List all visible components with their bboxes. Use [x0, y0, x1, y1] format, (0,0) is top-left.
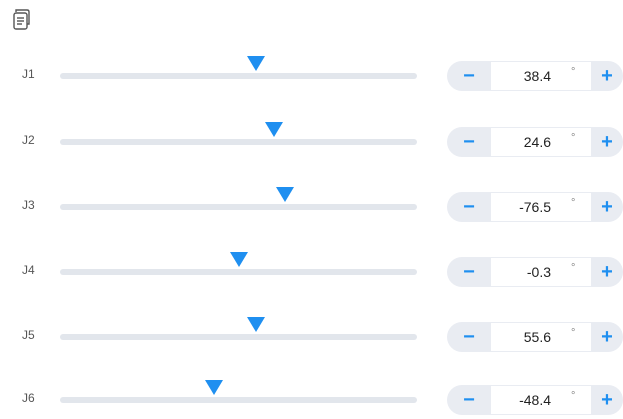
- decrement-button[interactable]: −: [447, 61, 491, 91]
- decrement-button[interactable]: −: [447, 192, 491, 222]
- joint-label: J4: [22, 263, 35, 277]
- joint-slider-track[interactable]: [60, 317, 417, 340]
- angle-value: -48.4: [519, 392, 551, 408]
- angle-value: 38.4: [523, 68, 551, 84]
- angle-value: -76.5: [519, 199, 551, 215]
- joint-angle-stepper: − 55.6 ° +: [447, 322, 623, 352]
- angle-input[interactable]: 38.4 °: [491, 62, 591, 90]
- joint-row-j2: J2 − 24.6 ° +: [0, 122, 623, 162]
- increment-button[interactable]: +: [591, 127, 623, 157]
- increment-button[interactable]: +: [591, 322, 623, 352]
- slider-thumb-triangle-icon[interactable]: [247, 317, 266, 332]
- joint-row-j1: J1 − 38.4 ° +: [0, 56, 623, 96]
- joint-angle-stepper: − 24.6 ° +: [447, 127, 623, 157]
- joint-slider-track[interactable]: [60, 380, 417, 403]
- increment-button[interactable]: +: [591, 385, 623, 415]
- decrement-button[interactable]: −: [447, 322, 491, 352]
- slider-thumb-triangle-icon[interactable]: [265, 122, 284, 137]
- angle-input[interactable]: 55.6 °: [491, 323, 591, 351]
- angle-input[interactable]: -48.4 °: [491, 386, 591, 414]
- degree-unit: °: [571, 262, 576, 274]
- angle-value: -0.3: [526, 264, 551, 280]
- increment-button[interactable]: +: [591, 192, 623, 222]
- decrement-button[interactable]: −: [447, 385, 491, 415]
- decrement-button[interactable]: −: [447, 127, 491, 157]
- increment-button[interactable]: +: [591, 257, 623, 287]
- joint-label: J3: [22, 198, 35, 212]
- degree-unit: °: [571, 390, 576, 402]
- joint-label: J6: [22, 391, 35, 405]
- angle-input[interactable]: -76.5 °: [491, 193, 591, 221]
- joint-angle-stepper: − -76.5 ° +: [447, 192, 623, 222]
- joint-slider-track[interactable]: [60, 252, 417, 275]
- joint-slider-track[interactable]: [60, 187, 417, 210]
- joint-row-j3: J3 − -76.5 ° +: [0, 187, 623, 227]
- joint-label: J1: [22, 67, 35, 81]
- joint-slider-track[interactable]: [60, 56, 417, 79]
- joint-row-j5: J5 − 55.6 ° +: [0, 317, 623, 357]
- joint-row-j6: J6 − -48.4 ° +: [0, 380, 623, 419]
- joint-slider-track[interactable]: [60, 122, 417, 145]
- slider-thumb-triangle-icon[interactable]: [275, 187, 294, 202]
- joint-angle-stepper: − 38.4 ° +: [447, 61, 623, 91]
- angle-value: 55.6: [523, 329, 551, 345]
- degree-unit: °: [571, 132, 576, 144]
- angle-value: 24.6: [523, 134, 551, 150]
- slider-thumb-triangle-icon[interactable]: [204, 380, 223, 395]
- angle-input[interactable]: -0.3 °: [491, 258, 591, 286]
- slider-thumb-triangle-icon[interactable]: [229, 252, 248, 267]
- joint-label: J2: [22, 133, 35, 147]
- degree-unit: °: [571, 327, 576, 339]
- increment-button[interactable]: +: [591, 61, 623, 91]
- joint-label: J5: [22, 328, 35, 342]
- decrement-button[interactable]: −: [447, 257, 491, 287]
- joint-angle-stepper: − -0.3 ° +: [447, 257, 623, 287]
- joint-angle-stepper: − -48.4 ° +: [447, 385, 623, 415]
- copy-document-icon[interactable]: [12, 9, 32, 31]
- joint-row-j4: J4 − -0.3 ° +: [0, 252, 623, 292]
- angle-input[interactable]: 24.6 °: [491, 128, 591, 156]
- degree-unit: °: [571, 66, 576, 78]
- slider-thumb-triangle-icon[interactable]: [247, 56, 266, 71]
- degree-unit: °: [571, 197, 576, 209]
